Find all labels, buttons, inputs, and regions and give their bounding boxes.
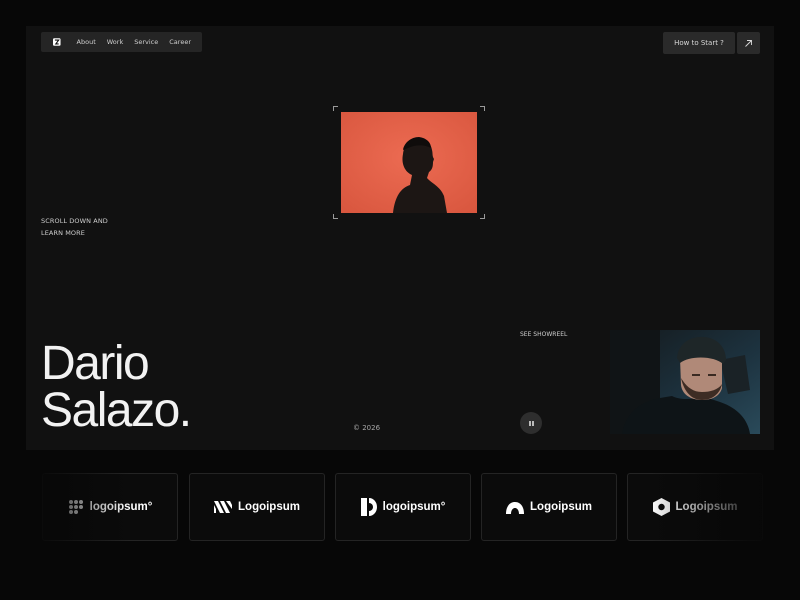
showreel-video[interactable] (610, 330, 760, 434)
stripes-n-icon (214, 501, 233, 513)
frame-corner (333, 214, 338, 219)
frame-corner (480, 106, 485, 111)
logo-carousel: logoipsum° Logoipsum logoipsum° Logoipsu… (0, 470, 800, 542)
dots-grid-icon (68, 500, 83, 514)
portrait-silhouette (341, 112, 477, 213)
nav-link-career[interactable]: Career (169, 38, 191, 46)
logo-text: Logoipsum (238, 501, 300, 513)
nav-link-work[interactable]: Work (107, 38, 123, 46)
logo-text: logoipsum° (382, 501, 446, 513)
frame-corner (333, 106, 338, 111)
logo-text: logoipsum° (89, 501, 153, 513)
logo-card: logoipsum° (335, 473, 471, 541)
logo-card: Logoipsum (627, 473, 763, 541)
scroll-hint-line: SCROLL DOWN AND (41, 217, 108, 225)
how-to-start-button[interactable]: How to Start ? (663, 32, 735, 54)
showreel-label[interactable]: SEE SHOWREEL (520, 331, 567, 338)
hero-name: Dario Salazo. (41, 337, 192, 437)
nav-link-service[interactable]: Service (134, 38, 158, 46)
logo-text: Logoipsum (675, 501, 738, 513)
cta-arrow-button[interactable] (737, 32, 760, 54)
arrow-up-right-icon (745, 39, 752, 47)
showreel-thumbnail (610, 330, 760, 434)
hero-name-last: Salazo. (41, 384, 192, 437)
logo-card: Logoipsum (189, 473, 325, 541)
cloud-arch-icon (506, 501, 525, 514)
logo-text: Logoipsum (530, 501, 592, 513)
top-nav: About Work Service Career (41, 32, 202, 52)
pause-icon (528, 420, 534, 426)
logo-card: Logoipsum (481, 473, 617, 541)
portrait-frame (333, 106, 485, 219)
portrait-image (341, 112, 477, 213)
brand-logo-icon[interactable] (53, 36, 61, 48)
hero-section: About Work Service Career How to Start ? (26, 26, 774, 450)
pause-button[interactable] (520, 412, 542, 434)
hero-name-first: Dario (41, 337, 150, 390)
hexagon-icon (652, 498, 670, 516)
frame-corner (480, 214, 485, 219)
scroll-hint: SCROLL DOWN AND LEARN MORE (41, 215, 108, 239)
scroll-hint-line: LEARN MORE (41, 229, 85, 237)
logo-card: logoipsum° (42, 473, 178, 541)
copyright: © 2026 (353, 424, 381, 432)
split-circle-icon (360, 498, 377, 516)
nav-link-about[interactable]: About (77, 38, 96, 46)
